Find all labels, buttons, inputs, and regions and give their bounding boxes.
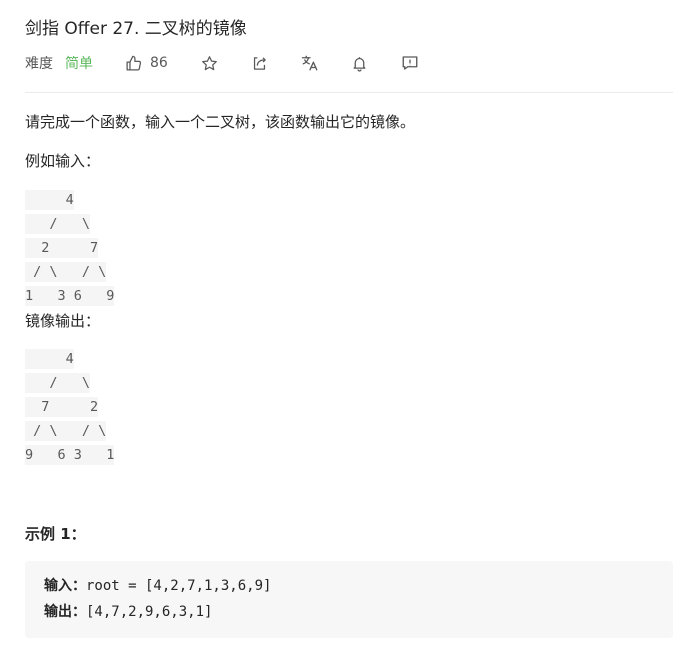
tree-line-text: 7 2 (25, 397, 99, 417)
tree-line: / \ / \ (25, 419, 114, 443)
tree-line-text: 1 3 6 9 (25, 286, 115, 306)
share-button[interactable] (250, 53, 270, 73)
tree-line: / \ (25, 212, 114, 236)
mirror-output-label: 镜像输出： (25, 312, 101, 330)
example-title: 示例 1： (25, 525, 86, 543)
tree-line: 9 6 3 1 (25, 443, 115, 467)
feedback-button[interactable] (400, 53, 420, 73)
feedback-icon (402, 56, 418, 70)
tree-line-text: / \ / \ (25, 421, 107, 441)
thumbs-up-icon (126, 55, 142, 71)
example-input-label: 输入： (44, 578, 86, 594)
tree-line-text: 2 7 (25, 238, 99, 258)
tree-line: 1 3 6 9 (25, 284, 115, 308)
tree-line: 4 (25, 188, 114, 212)
example-input-value: root = [4,2,7,1,3,6,9] (86, 578, 272, 594)
tree-line-text: 4 (25, 349, 74, 369)
output-tree-block: 4 / \ 7 2 / \ / \ 9 6 3 1 (25, 347, 115, 467)
tree-line: 7 2 (25, 395, 114, 419)
like-count: 86 (150, 55, 168, 71)
tree-line-text: / \ / \ (25, 262, 107, 282)
problem-title: 剑指 Offer 27. 二叉树的镜像 (25, 19, 247, 39)
tree-line: 2 7 (25, 236, 114, 260)
star-icon (202, 55, 218, 70)
difficulty-value: 简单 (65, 56, 93, 72)
difficulty-label: 难度 (25, 56, 53, 72)
translate-icon (301, 55, 318, 71)
example-output-row: 输出：[4,7,2,9,6,3,1] (44, 601, 212, 623)
example-output-label: 输出： (44, 604, 86, 620)
tree-line: 4 (25, 347, 114, 371)
bell-icon (353, 56, 366, 72)
input-tree-block: 4 / \ 2 7 / \ / \ 1 3 6 9 (25, 188, 115, 308)
like-button[interactable]: 86 (125, 55, 168, 72)
tree-line: / \ (25, 371, 114, 395)
tree-line-text: 9 6 3 1 (25, 445, 115, 465)
divider (25, 92, 673, 93)
tree-line-text: / \ (25, 214, 91, 234)
share-icon (254, 56, 267, 70)
notification-button[interactable] (350, 53, 370, 73)
translate-button[interactable] (300, 53, 320, 73)
tree-line-text: / \ (25, 373, 91, 393)
problem-description: 请完成一个函数，输入一个二叉树，该函数输出它的镜像。 (25, 113, 416, 131)
tree-line: / \ / \ (25, 260, 114, 284)
example-input-row: 输入：root = [4,2,7,1,3,6,9] (44, 575, 271, 597)
problem-meta-bar: 难度 简单 86 (25, 52, 673, 74)
example-output-value: [4,7,2,9,6,3,1] (86, 604, 213, 620)
tree-line-text: 4 (25, 190, 74, 210)
example-code-block: 输入：root = [4,2,7,1,3,6,9] 输出：[4,7,2,9,6,… (25, 561, 673, 638)
input-example-label: 例如输入： (25, 152, 101, 170)
favorite-button[interactable] (200, 53, 220, 73)
